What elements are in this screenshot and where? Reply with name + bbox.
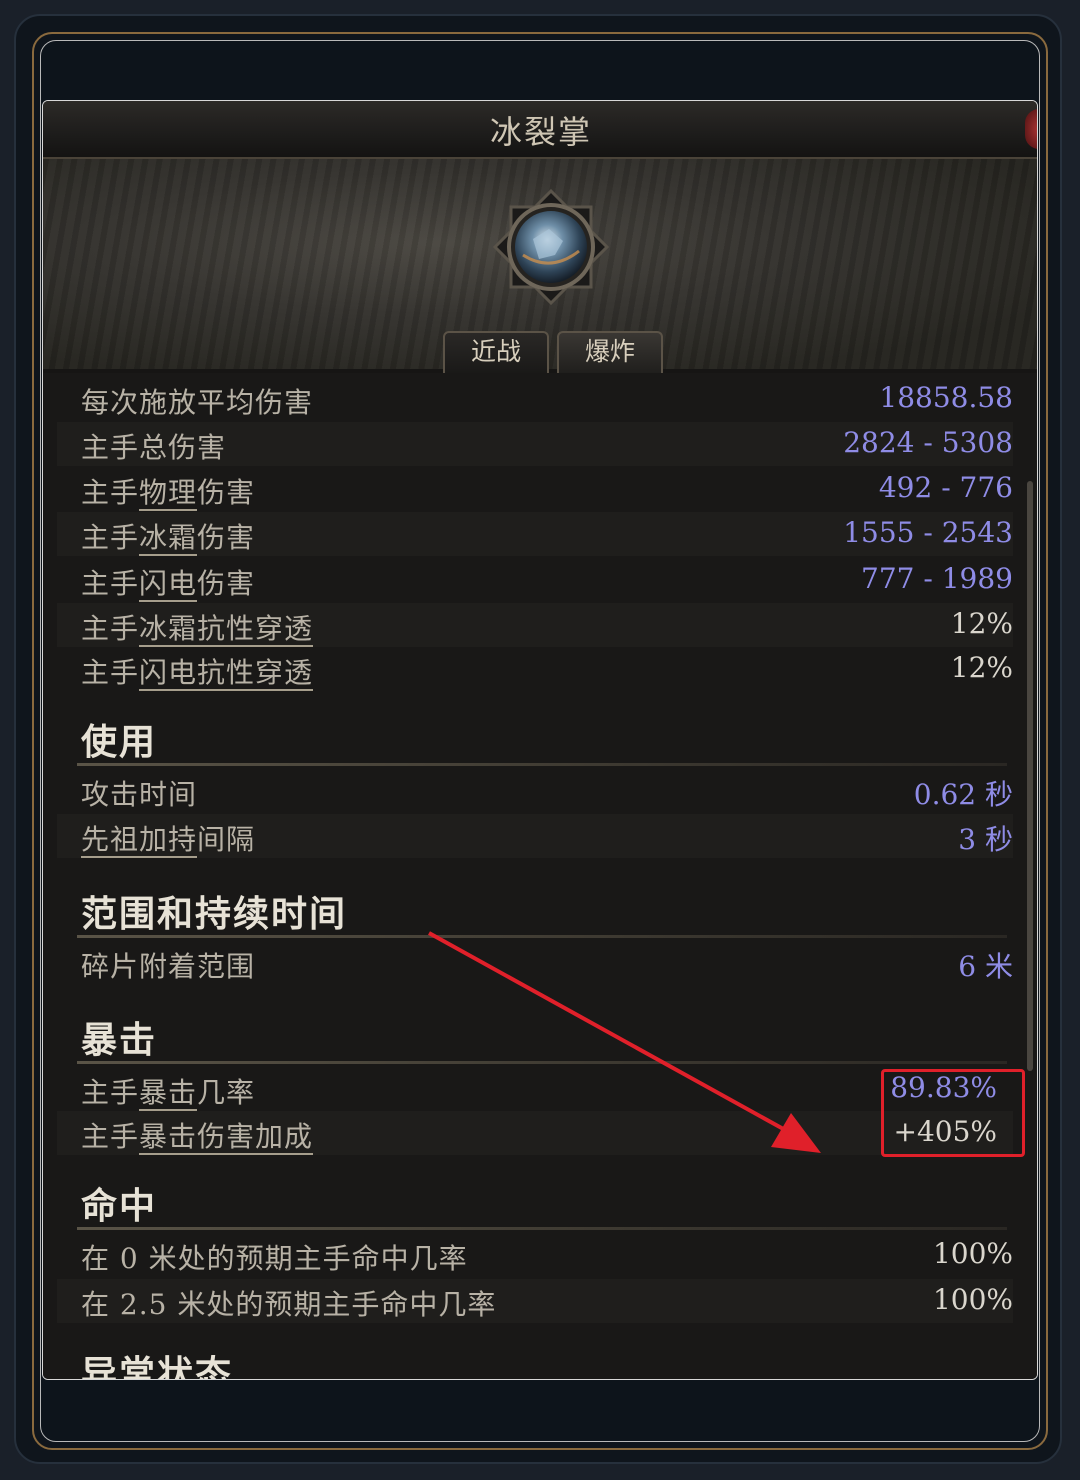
- keyword-link[interactable]: 暴击: [139, 1076, 198, 1111]
- skill-tooltip-screenshot: 冰裂掌 近战 爆炸 每次施放平均伤害 18858.58 主手总伤害 2824 -…: [42, 100, 1038, 1380]
- stat-label: 主手暴击伤害加成: [81, 1120, 314, 1155]
- stat-label: 在 2.5 米处的预期主手命中几率: [81, 1288, 497, 1321]
- stat-label: 攻击时间: [81, 778, 198, 811]
- stat-row: 主手冰霜伤害 1555 - 2543: [57, 512, 1013, 556]
- stat-row: 碎片附着范围 6 米: [57, 941, 1013, 985]
- stat-label: 主手冰霜伤害: [81, 521, 256, 556]
- title-bar: 冰裂掌: [43, 101, 1037, 159]
- stat-label: 主手闪电伤害: [81, 567, 256, 602]
- stat-value: 12%: [950, 651, 1013, 684]
- stat-label: 主手总伤害: [81, 431, 227, 464]
- keyword-link[interactable]: 先祖加持: [81, 823, 198, 858]
- stat-value: 1555 - 2543: [843, 516, 1013, 549]
- stat-row: 先祖加持间隔 3 秒: [57, 814, 1013, 858]
- stat-row: 主手闪电抗性穿透 12%: [57, 647, 1013, 691]
- tab-melee-label: 近战: [470, 337, 521, 366]
- section-divider: [77, 1061, 1007, 1064]
- stat-row: 主手暴击几率 89.83%: [57, 1067, 1013, 1111]
- stat-value: 6 米: [958, 950, 1013, 983]
- section-title-usage: 使用: [81, 722, 158, 763]
- stat-row: 主手冰霜抗性穿透 12%: [57, 603, 1013, 647]
- keyword-link[interactable]: 冰霜: [139, 521, 198, 556]
- section-divider: [77, 763, 1007, 766]
- keyword-link[interactable]: 物理: [139, 476, 198, 511]
- stat-row: 主手物理伤害 492 - 776: [57, 467, 1013, 511]
- stat-row: 主手总伤害 2824 - 5308: [57, 422, 1013, 466]
- stat-label: 碎片附着范围: [81, 950, 256, 983]
- stat-value: 2824 - 5308: [843, 426, 1013, 459]
- stat-value: 100%: [932, 1237, 1013, 1270]
- stat-label: 主手物理伤害: [81, 476, 256, 511]
- tab-explosion[interactable]: 爆炸: [557, 331, 663, 373]
- stat-row: 每次施放平均伤害 18858.58: [57, 377, 1013, 421]
- frost-palm-skill-icon: [493, 189, 609, 305]
- stat-row: 主手闪电伤害 777 - 1989: [57, 558, 1013, 602]
- stat-value: 777 - 1989: [861, 562, 1013, 595]
- section-divider: [77, 935, 1007, 938]
- keyword-link[interactable]: 闪电抗性穿透: [139, 656, 314, 691]
- tab-melee[interactable]: 近战: [443, 331, 549, 373]
- skill-title: 冰裂掌: [489, 113, 592, 151]
- stat-row: 在 0 米处的预期主手命中几率 100%: [57, 1233, 1013, 1277]
- close-icon[interactable]: [1025, 109, 1037, 149]
- stat-row: 攻击时间 0.62 秒: [57, 769, 1013, 813]
- stat-label: 主手冰霜抗性穿透: [81, 612, 314, 647]
- section-title-area: 范围和持续时间: [81, 894, 348, 935]
- stat-row: 在 2.5 米处的预期主手命中几率 100%: [57, 1279, 1013, 1323]
- tab-explosion-label: 爆炸: [584, 337, 635, 366]
- stat-row: 主手暴击伤害加成 +405%: [57, 1111, 1013, 1155]
- scrollbar[interactable]: [1027, 481, 1033, 1071]
- section-divider: [77, 1227, 1007, 1230]
- keyword-link[interactable]: 冰霜抗性穿透: [139, 612, 314, 647]
- stat-label: 在 0 米处的预期主手命中几率: [81, 1242, 468, 1275]
- section-title-crit: 暴击: [81, 1020, 158, 1061]
- crit-highlight-box: [881, 1069, 1025, 1157]
- stat-label: 主手闪电抗性穿透: [81, 656, 314, 691]
- stat-value: 3 秒: [958, 823, 1013, 856]
- stat-value: 18858.58: [879, 381, 1013, 414]
- stat-value: 492 - 776: [878, 471, 1013, 504]
- stat-label: 主手暴击几率: [81, 1076, 256, 1111]
- keyword-link[interactable]: 闪电: [139, 567, 198, 602]
- stat-value: 0.62 秒: [913, 778, 1013, 811]
- stat-value: 12%: [950, 607, 1013, 640]
- section-title-hit: 命中: [81, 1186, 158, 1227]
- keyword-link[interactable]: 暴击伤害加成: [139, 1120, 314, 1155]
- stat-label: 先祖加持间隔: [81, 823, 256, 858]
- stat-value: 100%: [932, 1283, 1013, 1316]
- section-title-status: 异常状态: [81, 1354, 234, 1380]
- stat-label: 每次施放平均伤害: [81, 386, 314, 419]
